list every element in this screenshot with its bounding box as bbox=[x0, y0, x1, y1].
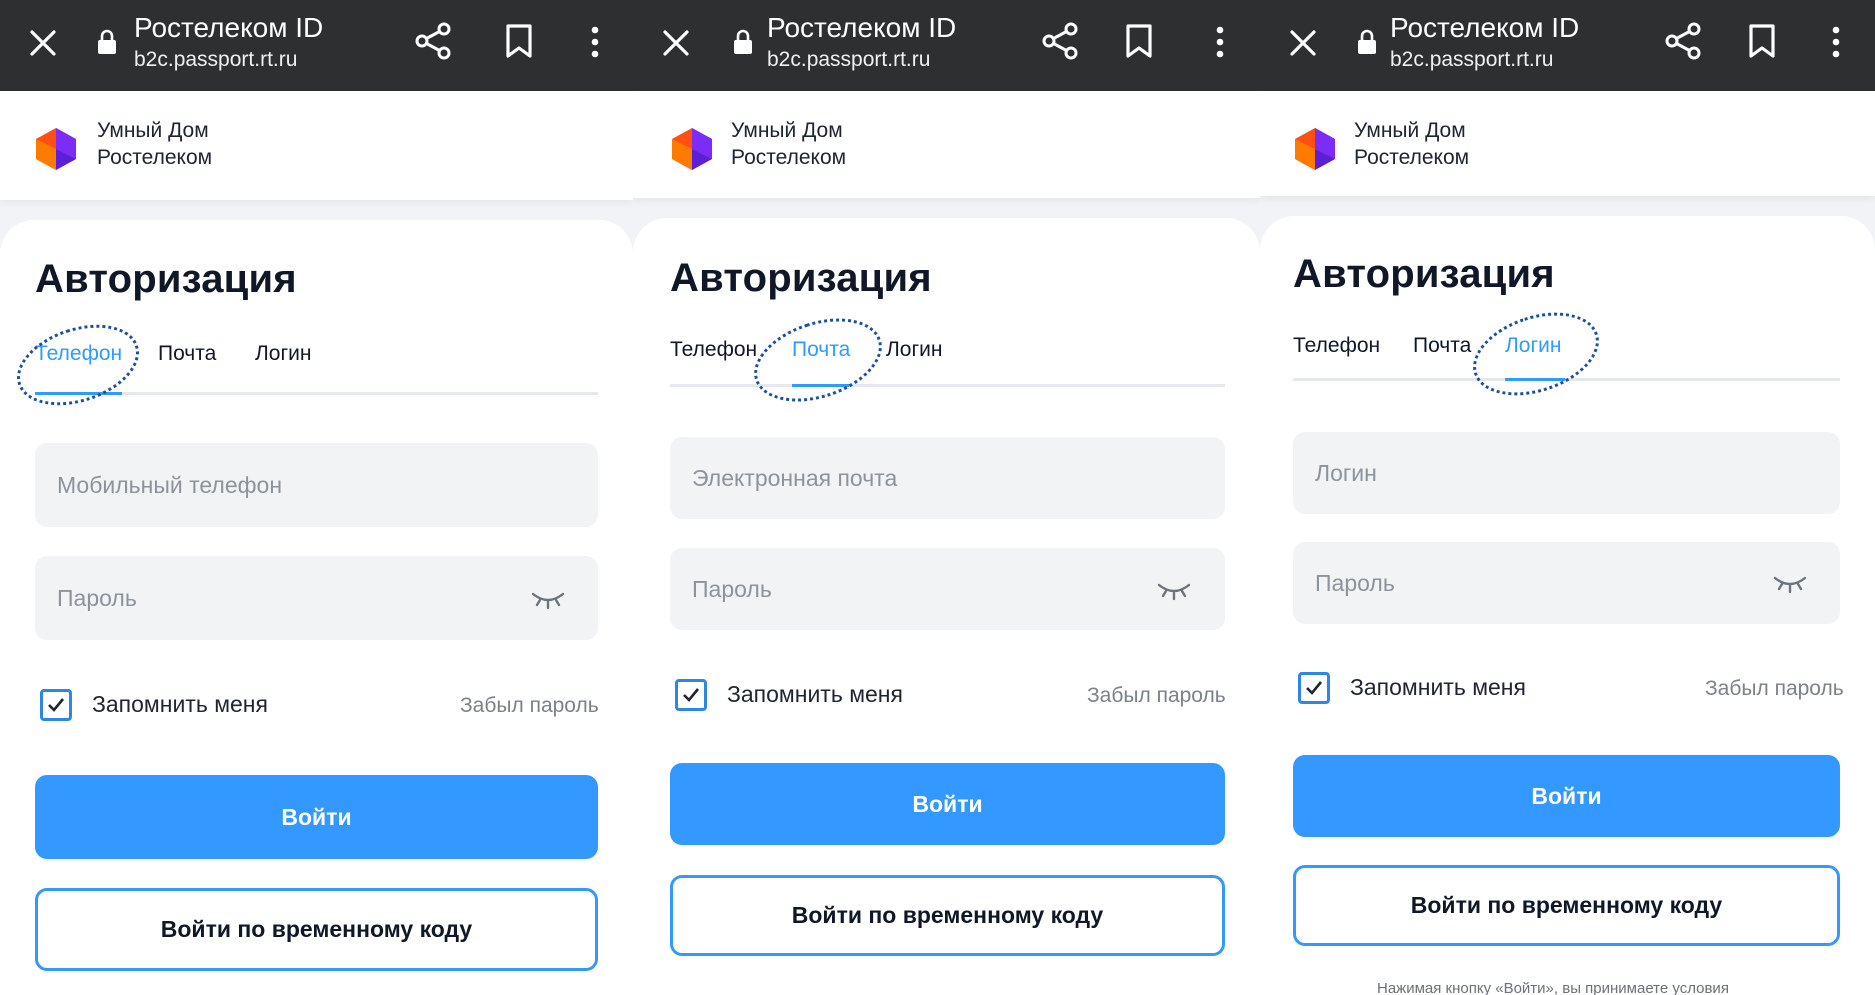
forgot-password-link[interactable]: Забыл пароль bbox=[460, 694, 599, 718]
bookmark-icon[interactable] bbox=[1124, 23, 1154, 59]
tab-mail[interactable]: Почта bbox=[1413, 334, 1471, 358]
remember-label: Запомнить меня bbox=[727, 681, 903, 707]
tab-phone[interactable]: Телефон bbox=[670, 338, 757, 362]
browser-url[interactable]: b2c.passport.rt.ru bbox=[134, 48, 297, 72]
app-header: Умный Дом Ростелеком bbox=[633, 91, 1260, 198]
brand-name: Умный Дом Ростелеком bbox=[1354, 119, 1470, 169]
checkmark-icon bbox=[683, 688, 700, 702]
bookmark-icon[interactable] bbox=[504, 23, 534, 59]
phone-screen-3: Ростелеком ID b2c.passport.rt.ru Умный Д… bbox=[1260, 0, 1875, 995]
more-icon[interactable] bbox=[1821, 24, 1851, 60]
rostelecom-logo-icon bbox=[672, 128, 712, 170]
temp-code-button[interactable]: Войти по временному коду bbox=[35, 888, 598, 971]
app-header: Умный Дом Ростелеком bbox=[1260, 91, 1875, 196]
remember-checkbox[interactable] bbox=[675, 679, 707, 711]
password-input[interactable] bbox=[1293, 542, 1840, 624]
auth-tabs: Телефон Почта Логин bbox=[1293, 297, 1840, 411]
forgot-password-link[interactable]: Забыл пароль bbox=[1087, 684, 1226, 708]
remember-label: Запомнить меня bbox=[1350, 674, 1526, 700]
more-icon[interactable] bbox=[1205, 24, 1235, 60]
tab-mail[interactable]: Почта bbox=[158, 342, 216, 366]
password-input[interactable] bbox=[670, 548, 1225, 630]
browser-toolbar: Ростелеком ID b2c.passport.rt.ru bbox=[0, 0, 633, 91]
remember-checkbox[interactable] bbox=[1298, 672, 1330, 704]
eye-closed-icon[interactable] bbox=[530, 590, 566, 612]
lock-icon bbox=[734, 29, 752, 54]
checkmark-icon bbox=[1306, 681, 1323, 695]
rostelecom-logo-icon bbox=[36, 128, 76, 170]
browser-title: Ростелеком ID bbox=[767, 12, 957, 43]
tab-mail[interactable]: Почта bbox=[792, 338, 850, 362]
phone-screen-1: Ростелеком ID b2c.passport.rt.ru Умный Д… bbox=[0, 0, 633, 995]
tab-login[interactable]: Логин bbox=[1505, 334, 1561, 358]
close-icon[interactable] bbox=[1288, 28, 1318, 58]
brand-name: Умный Дом Ростелеком bbox=[731, 119, 847, 169]
lock-icon bbox=[1358, 29, 1376, 54]
browser-title: Ростелеком ID bbox=[134, 12, 324, 43]
page-title: Авторизация bbox=[35, 257, 297, 301]
tab-login[interactable]: Логин bbox=[255, 342, 311, 366]
auth-tabs: Телефон Почта Логин bbox=[6, 310, 598, 420]
login-input[interactable] bbox=[1293, 432, 1840, 514]
share-icon[interactable] bbox=[1040, 21, 1080, 61]
browser-toolbar: Ростелеком ID b2c.passport.rt.ru bbox=[633, 0, 1260, 91]
close-icon[interactable] bbox=[28, 28, 58, 58]
page-title: Авторизация bbox=[670, 256, 932, 300]
browser-url[interactable]: b2c.passport.rt.ru bbox=[767, 48, 930, 72]
brand-name: Умный Дом Ростелеком bbox=[97, 119, 213, 169]
password-input[interactable] bbox=[35, 556, 598, 640]
temp-code-button[interactable]: Войти по временному коду bbox=[1293, 865, 1840, 946]
more-icon[interactable] bbox=[580, 24, 610, 60]
checkmark-icon bbox=[48, 698, 65, 712]
share-icon[interactable] bbox=[1663, 21, 1703, 61]
login-button[interactable]: Войти bbox=[1293, 755, 1840, 837]
tab-phone[interactable]: Телефон bbox=[35, 342, 122, 366]
tab-phone[interactable]: Телефон bbox=[1293, 334, 1380, 358]
auth-tabs: Телефон Почта Логин bbox=[670, 303, 1225, 417]
remember-label: Запомнить меня bbox=[92, 691, 268, 717]
phone-input[interactable] bbox=[35, 443, 598, 527]
login-button[interactable]: Войти bbox=[670, 763, 1225, 845]
auth-card: Авторизация Телефон Почта Логин Запомнит… bbox=[1260, 216, 1875, 995]
browser-title: Ростелеком ID bbox=[1390, 12, 1580, 43]
phone-screen-2: Ростелеком ID b2c.passport.rt.ru Умный Д… bbox=[633, 0, 1260, 995]
email-input[interactable] bbox=[670, 437, 1225, 519]
remember-checkbox[interactable] bbox=[40, 689, 72, 721]
share-icon[interactable] bbox=[413, 21, 453, 61]
auth-card: Авторизация Телефон Почта Логин Запомнит… bbox=[633, 218, 1260, 995]
rostelecom-logo-icon bbox=[1295, 128, 1335, 170]
page-title: Авторизация bbox=[1293, 252, 1555, 296]
tab-login[interactable]: Логин bbox=[886, 338, 942, 362]
lock-icon bbox=[98, 29, 116, 54]
terms-text: Нажимая кнопку «Войти», вы принимаете ус… bbox=[1377, 980, 1729, 995]
login-button[interactable]: Войти bbox=[35, 775, 598, 859]
forgot-password-link[interactable]: Забыл пароль bbox=[1705, 677, 1844, 701]
app-header: Умный Дом Ростелеком bbox=[0, 91, 633, 200]
auth-card: Авторизация Телефон Почта Логин Запомнит… bbox=[0, 220, 633, 995]
bookmark-icon[interactable] bbox=[1747, 23, 1777, 59]
active-tab-indicator bbox=[792, 384, 849, 387]
temp-code-button[interactable]: Войти по временному коду bbox=[670, 875, 1225, 956]
active-tab-indicator bbox=[1505, 378, 1565, 381]
close-icon[interactable] bbox=[661, 28, 691, 58]
browser-url[interactable]: b2c.passport.rt.ru bbox=[1390, 48, 1553, 72]
browser-toolbar: Ростелеком ID b2c.passport.rt.ru bbox=[1260, 0, 1875, 91]
eye-closed-icon[interactable] bbox=[1772, 574, 1808, 596]
eye-closed-icon[interactable] bbox=[1156, 581, 1192, 603]
active-tab-indicator bbox=[35, 392, 122, 395]
